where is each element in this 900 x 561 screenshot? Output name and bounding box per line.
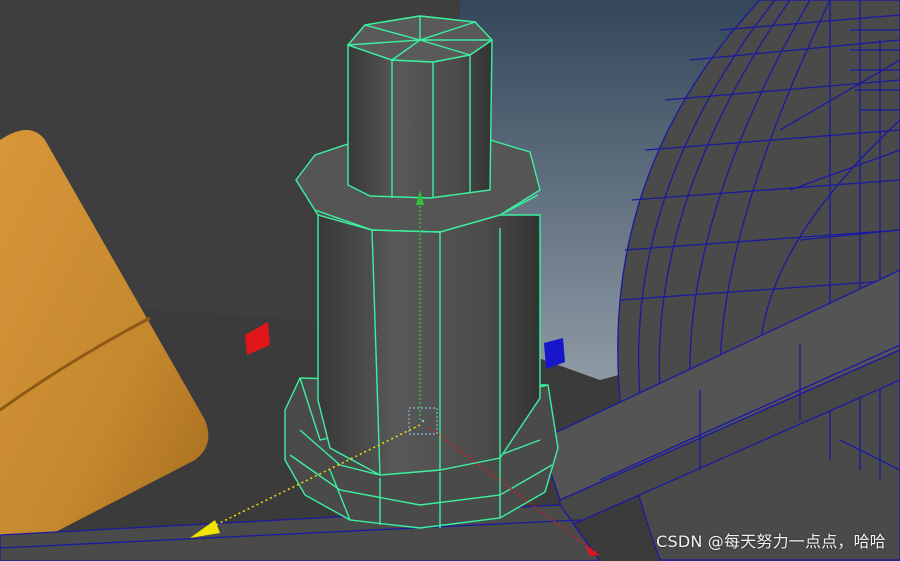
- csdn-watermark: CSDN @每天努力一点点，哈哈: [656, 532, 886, 551]
- maya-3d-viewport[interactable]: CSDN @每天努力一点点，哈哈: [0, 0, 900, 561]
- viewport-scene[interactable]: [0, 0, 900, 561]
